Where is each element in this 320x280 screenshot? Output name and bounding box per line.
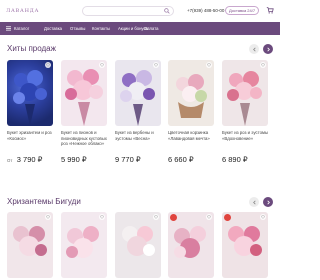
price-value: 6 660 ₽ [168,155,194,164]
product-name[interactable]: Букет хризантем и роз «Космос» [7,130,55,141]
section-title-bestsellers: Хиты продаж [7,44,56,53]
product-card[interactable]: Букет хризантем и роз «Космос» От 3 790 … [7,60,53,168]
product-image[interactable] [7,212,53,278]
section-title-chrysanthemums: Хризантемы Бигуди [7,197,81,206]
phone-link[interactable]: +7(939) 488-50-00 [187,8,224,13]
delivery-badge[interactable]: Доставка 24/7 [225,6,260,15]
product-card[interactable]: Букет из пионов и пионовидных кустовых р… [61,60,107,168]
site-logo[interactable]: ЛАВАНДА [6,8,39,14]
product-card[interactable] [7,212,53,280]
product-image[interactable] [168,60,214,126]
product-image[interactable] [7,60,53,126]
main-nav: Каталог Доставка Отзывы Контакты Акции и… [0,22,280,35]
price-value: 9 770 ₽ [115,155,141,164]
product-name[interactable]: Букет из вербены и эустомы «Весна» [115,130,163,141]
product-card[interactable]: Букет из вербены и эустомы «Весна» 9 770… [115,60,161,168]
product-name[interactable]: Цветочная корзинка «Лавандовая мечта» [168,130,216,141]
product-image[interactable] [168,212,214,278]
favorite-icon[interactable] [153,214,159,220]
product-image[interactable] [115,212,161,278]
favorite-icon[interactable] [45,214,51,220]
carousel-prev-button[interactable] [249,197,259,207]
price-value: 6 890 ₽ [222,155,248,164]
carousel-prev-button[interactable] [249,44,259,54]
product-card[interactable] [222,212,268,280]
price-value: 3 790 ₽ [16,155,43,164]
product-name[interactable]: Букет из пионов и пионовидных кустовых р… [61,130,109,147]
product-card[interactable]: Букет из роз и эустомы «Вдохновение» 6 8… [222,60,268,168]
favorite-icon[interactable] [45,62,51,68]
search-icon[interactable] [164,8,170,14]
chevron-left-icon [252,200,256,204]
cart-icon[interactable] [266,6,274,14]
product-price: От 3 790 ₽ [7,149,42,167]
sale-badge [224,214,231,221]
menu-icon[interactable] [6,26,11,31]
product-price: 9 770 ₽ [115,149,141,167]
product-image[interactable] [222,212,268,278]
chevron-right-icon [266,47,270,51]
product-price: 6 660 ₽ [168,149,194,167]
chevron-right-icon [266,200,270,204]
top-header: ЛАВАНДА +7(939) 488-50-00 Доставка 24/7 [0,0,280,22]
search-input[interactable] [82,6,174,16]
nav-item-contacts[interactable]: Контакты [92,26,110,31]
product-name[interactable]: Букет из роз и эустомы «Вдохновение» [222,130,270,141]
nav-item-reviews[interactable]: Отзывы [70,26,85,31]
chevron-left-icon [252,47,256,51]
product-card[interactable] [115,212,161,280]
carousel-next-button[interactable] [263,197,273,207]
product-price: 5 990 ₽ [61,149,87,167]
favorite-icon[interactable] [153,62,159,68]
favorite-icon[interactable] [99,62,105,68]
favorite-icon[interactable] [206,62,212,68]
carousel-next-button[interactable] [263,44,273,54]
product-image[interactable] [61,212,107,278]
nav-item-catalog[interactable]: Каталог [14,26,29,31]
favorite-icon[interactable] [206,214,212,220]
price-value: 5 990 ₽ [61,155,87,164]
sale-badge [170,214,177,221]
price-prefix: От [7,158,13,163]
product-image[interactable] [115,60,161,126]
product-image[interactable] [222,60,268,126]
product-image[interactable] [61,60,107,126]
product-card[interactable] [168,212,214,280]
product-card[interactable]: Цветочная корзинка «Лавандовая мечта» 6 … [168,60,214,168]
product-price: 6 890 ₽ [222,149,248,167]
nav-item-delivery[interactable]: Доставка [44,26,62,31]
product-card[interactable] [61,212,107,280]
nav-item-payment[interactable]: Оплата [144,26,158,31]
favorite-icon[interactable] [99,214,105,220]
favorite-icon[interactable] [260,62,266,68]
favorite-icon[interactable] [260,214,266,220]
